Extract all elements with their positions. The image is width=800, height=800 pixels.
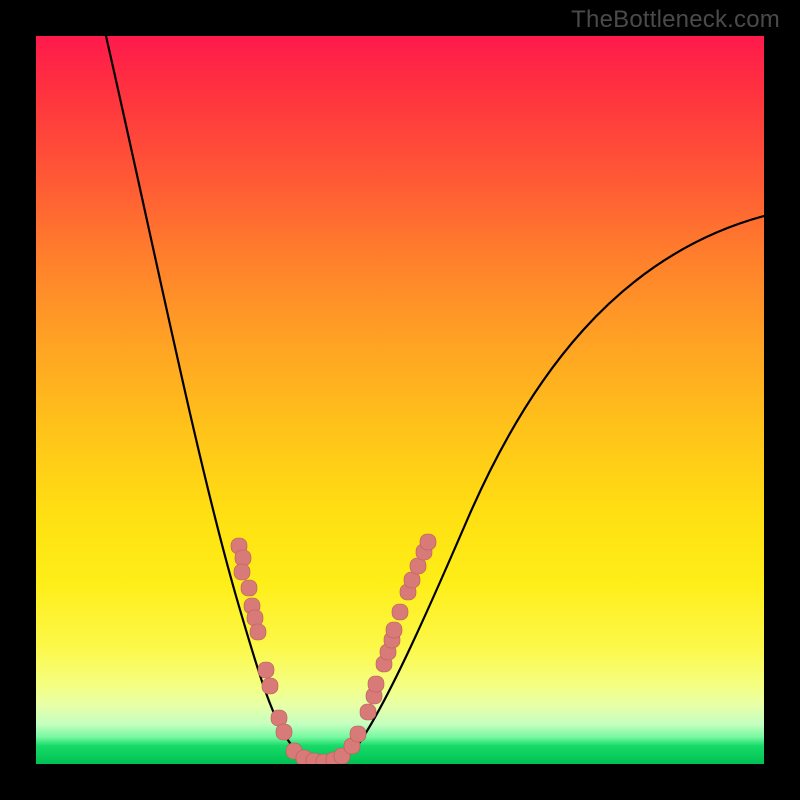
chart-frame: TheBottleneck.com	[0, 0, 800, 800]
data-marker	[241, 580, 257, 596]
bottleneck-curve	[106, 36, 764, 762]
data-marker	[235, 550, 251, 566]
marker-group	[231, 534, 436, 764]
watermark-text: TheBottleneck.com	[571, 6, 780, 34]
data-marker	[276, 724, 292, 740]
data-marker	[350, 726, 366, 742]
data-marker	[404, 572, 420, 588]
data-marker	[247, 610, 263, 626]
data-marker	[386, 622, 402, 638]
data-marker	[271, 710, 287, 726]
data-marker	[262, 678, 278, 694]
data-marker	[410, 558, 426, 574]
data-marker	[368, 676, 384, 692]
data-marker	[250, 624, 266, 640]
data-marker	[234, 564, 250, 580]
curve-layer	[36, 36, 764, 764]
data-marker	[360, 704, 376, 720]
data-marker	[392, 604, 408, 620]
data-marker	[420, 534, 436, 550]
data-marker	[258, 662, 274, 678]
plot-area	[36, 36, 764, 764]
